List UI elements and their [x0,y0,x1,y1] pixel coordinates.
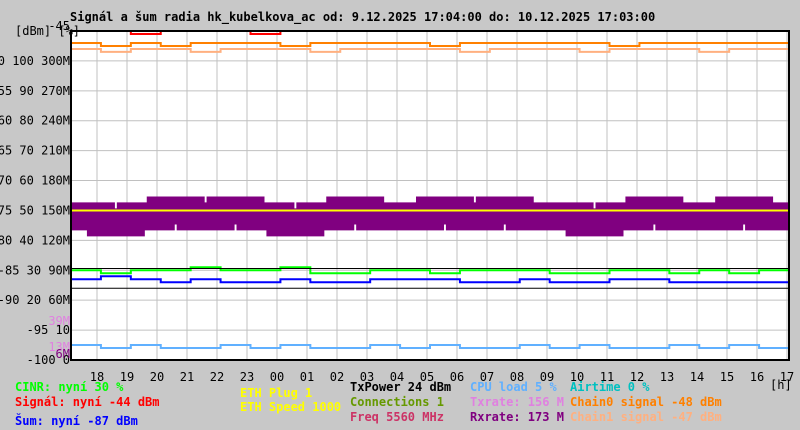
legend-freq: Freq 5560 MHz [350,410,444,424]
plot-area: 18 19 20 21 22 23 00 01 02 03 04 05 06 07 08 09 10 11 12 13… [0,19,794,384]
x-tick-label: 15 [720,370,734,384]
legend-chain0: Chain0 signal -48 dBm [570,395,722,409]
chart: 18 19 20 21 22 23 00 01 02 03 04 05 06 07 08 09 10 11 12 13… [0,0,800,430]
x-tick-label: 22 [210,370,224,384]
y-tick-label: -65 70 210M [0,144,70,158]
x-tick-label: 21 [180,370,194,384]
legend-txpower: TxPower 24 dBm [350,380,452,394]
x-tick-label: 00 [270,370,284,384]
y-tick-label: -75 50 150M [0,203,70,217]
x-tick-label: 20 [150,370,164,384]
legend-txrate: Txrate: 156 M [470,395,564,409]
y-unit-label: [dBm] [%] [15,24,81,38]
legend-cpu: CPU load 5 % [470,380,557,394]
x-tick-label: 02 [330,370,344,384]
x-tick-label: 16 [750,370,764,384]
legend-cinr: CINR: nyní 30 % [15,380,124,394]
x-tick-label: 14 [690,370,704,384]
x-tick-label: 23 [240,370,254,384]
series-rxrate [71,196,789,237]
x-tick-label: 06 [450,370,464,384]
legend-eth-plug: ETH Plug 1 [240,386,313,400]
y-tick-label: -80 40 120M [0,233,70,247]
x-tick-label: 01 [300,370,314,384]
x-unit-label: [h] [770,378,792,392]
plot-background [71,31,789,360]
rate-marker-label: 39M [48,314,70,328]
legend-connections: Connections 1 [350,395,444,409]
y-tick-label: -90 20 60M [0,293,70,307]
legend-eth-speed: ETH Speed 1000 [240,400,342,414]
legend-signal: Signál: nyní -44 dBm [15,395,160,409]
y-tick-label: -55 90 270M [0,84,70,98]
y-tick-label: -50 100 300M [0,54,70,68]
legend-rxrate: Rxrate: 173 M [470,410,564,424]
legend-chain1: Chain1 signal -47 dBm [570,410,722,424]
chart-title: Signál a šum radia hk_kubelkova_ac od: 9… [70,10,656,24]
y-tick-label: -60 80 240M [0,114,70,128]
x-tick-label: 13 [660,370,674,384]
y-tick-label: -85 30 90M [0,263,70,277]
legend-noise: Šum: nyní -87 dBm [15,414,138,428]
rate-marker-label: 6M [56,347,70,361]
y-tick-label: -70 60 180M [0,174,70,188]
legend-airtime: Airtime 0 % [570,380,650,394]
